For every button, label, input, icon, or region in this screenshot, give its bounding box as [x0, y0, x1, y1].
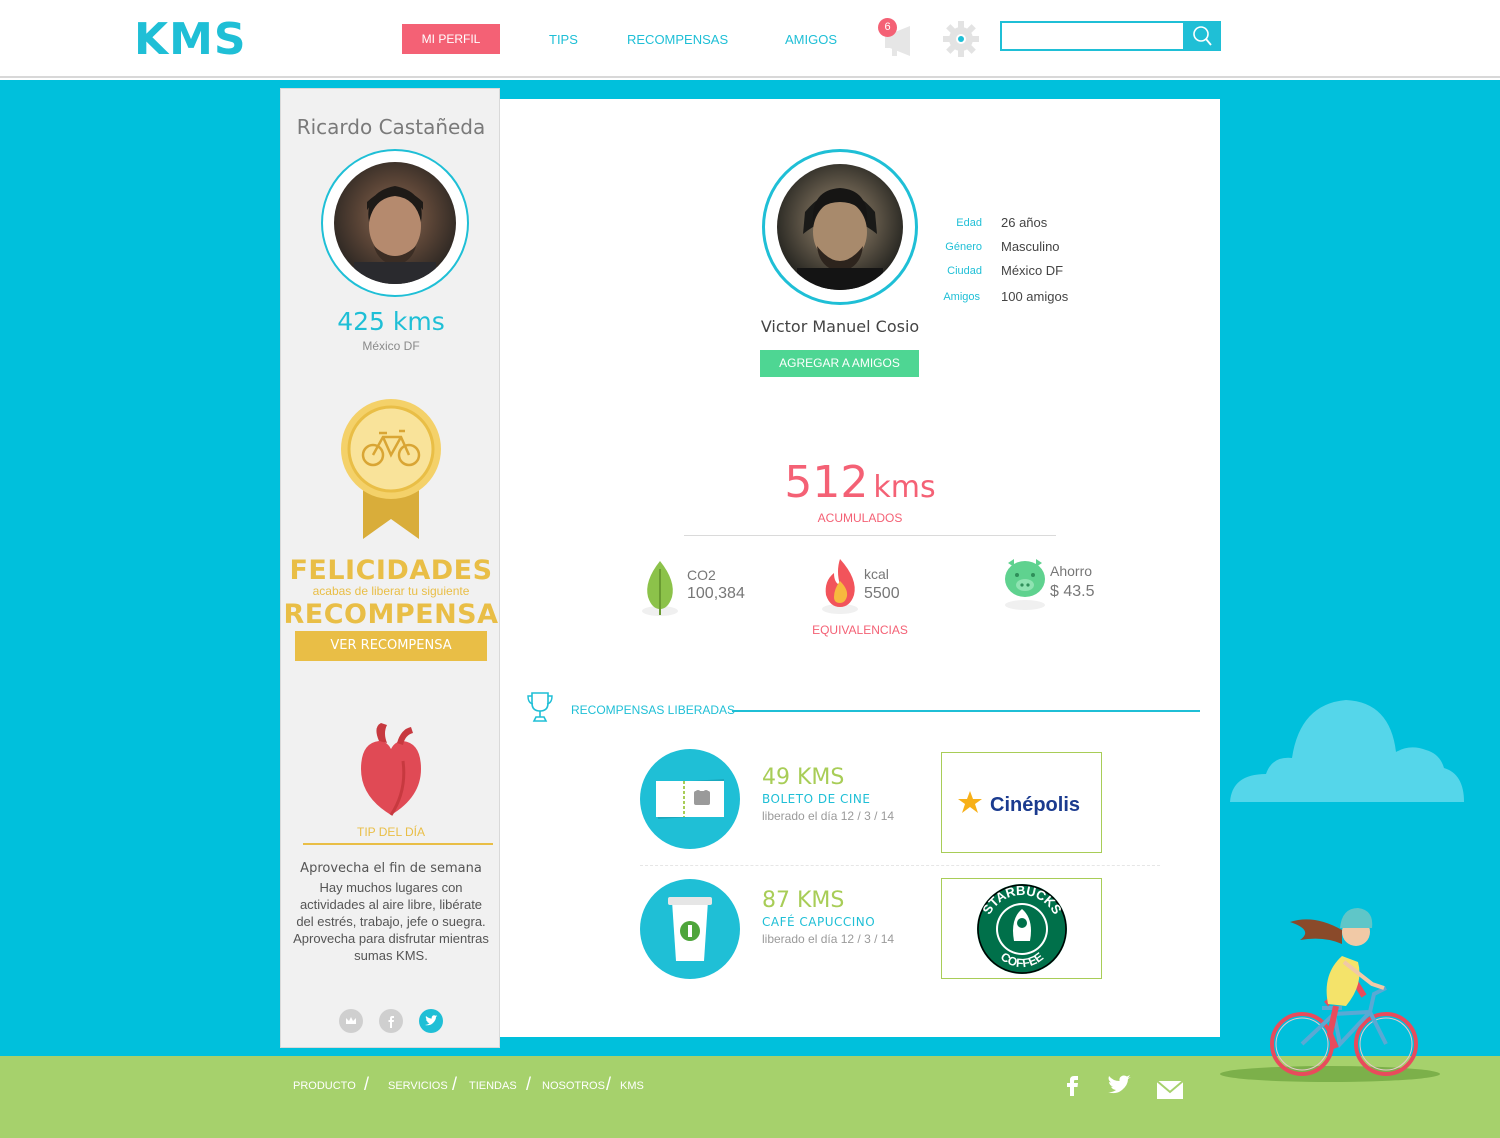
rewards-divider [732, 710, 1200, 712]
avatar-photo [334, 162, 456, 284]
profile-photo [777, 164, 903, 290]
info-label-friends: Amigos [943, 291, 980, 303]
footer-twitter-icon[interactable] [1106, 1074, 1134, 1098]
search-icon [1193, 26, 1212, 46]
footer-facebook-icon[interactable] [1064, 1074, 1082, 1098]
reward-name: BOLETO DE CINE [762, 792, 871, 806]
accumulated-kms-value: 512 [784, 457, 869, 508]
accumulated-kms: 512 kms [720, 457, 1000, 508]
sidebar-city: México DF [362, 339, 420, 353]
bicycle-medal-icon [341, 399, 441, 539]
reward-coffee-badge[interactable] [640, 879, 740, 979]
cinepolis-logo: Cinépolis [958, 791, 1080, 816]
co2-label: CO2 [687, 567, 716, 583]
reward-kms: 87 KMS [762, 888, 845, 913]
footer-link-nosotros[interactable]: NOSOTROS [542, 1080, 605, 1092]
sidebar-kms-total: 425 kms [337, 307, 445, 336]
gear-icon [943, 21, 979, 57]
notifications-button[interactable]: 6 [878, 18, 922, 58]
congrats-reward-word: RECOMPENSA [283, 599, 499, 630]
notification-count-badge: 6 [878, 18, 897, 37]
info-value-friends: 100 amigos [1001, 289, 1069, 304]
reward-separator [640, 865, 1160, 866]
nav-amigos[interactable]: AMIGOS [785, 32, 837, 47]
add-friend-button[interactable]: AGREGAR A AMIGOS [760, 350, 919, 377]
sidebar-user-name: Ricardo Castañeda [296, 115, 486, 139]
twitter-icon [425, 1015, 438, 1026]
heart-organ-icon [361, 723, 421, 816]
kcal-value: 5500 [864, 585, 900, 602]
info-label-gender: Género [945, 241, 982, 253]
congrats-subtitle: acabas de liberar tu siguiente [312, 584, 470, 598]
cinepolis-logo-box[interactable]: Cinépolis [941, 752, 1102, 853]
footer-separator: / [452, 1074, 458, 1094]
profile-avatar[interactable] [762, 149, 918, 305]
nav-recompensas[interactable]: RECOMPENSAS [627, 32, 728, 47]
info-label-city: Ciudad [947, 265, 982, 277]
tip-body: Hay muchos lugares con actividades al ai… [293, 880, 489, 963]
search-button[interactable] [1184, 21, 1221, 51]
info-value-city: México DF [1001, 263, 1064, 278]
tip-title: Aprovecha el fin de semana [300, 861, 482, 876]
sidebar-avatar[interactable] [321, 149, 469, 297]
info-value-gender: Masculino [1001, 239, 1060, 254]
top-header: KMS MI PERFIL TIPS RECOMPENSAS AMIGOS 6 [0, 0, 1500, 78]
rewards-section-title: RECOMPENSAS LIBERADAS [571, 703, 736, 717]
user-sidebar: Ricardo Castañeda 425 kms México DF FELI… [280, 88, 500, 1048]
footer-separator: / [606, 1074, 612, 1094]
starbucks-logo-box[interactable]: STARBUCKS COFFEE [941, 878, 1102, 979]
footer-mail-icon[interactable] [1156, 1080, 1184, 1100]
nav-tips[interactable]: TIPS [549, 32, 578, 47]
footer-separator: / [526, 1074, 532, 1094]
footer-link-producto[interactable]: PRODUCTO [293, 1080, 356, 1092]
savings-value: $ 43.5 [1050, 583, 1095, 600]
footer-separator: / [364, 1074, 370, 1094]
ticket-icon [656, 779, 724, 819]
reward-name: CAFÉ CAPUCCINO [762, 915, 876, 929]
kcal-label: kcal [864, 566, 889, 582]
footer-link-tiendas[interactable]: TIENDAS [469, 1080, 517, 1092]
leaf-icon [642, 561, 678, 616]
facebook-social-button[interactable] [379, 1009, 403, 1033]
savings-label: Ahorro [1050, 563, 1093, 579]
equivalences-label: EQUIVALENCIAS [812, 623, 908, 637]
accumulated-divider [684, 535, 1056, 536]
search-input[interactable] [1000, 21, 1185, 51]
nav-mi-perfil[interactable]: MI PERFIL [402, 24, 500, 54]
congrats-title: FELICIDADES [289, 555, 493, 586]
info-label-age: Edad [956, 217, 982, 229]
crown-icon [346, 1017, 356, 1024]
facebook-icon [388, 1016, 394, 1028]
info-value-age: 26 años [1001, 215, 1048, 230]
tip-divider [303, 843, 493, 845]
tip-of-day-label: TIP DEL DÍA [356, 825, 426, 839]
co2-value: 100,384 [687, 585, 745, 602]
reward-kms: 49 KMS [762, 765, 845, 790]
profile-name: Victor Manuel Cosio [760, 317, 920, 336]
settings-button[interactable] [942, 20, 980, 58]
crown-social-button[interactable] [339, 1009, 363, 1033]
accumulated-label: ACUMULADOS [817, 511, 903, 525]
coffee-cup-icon [668, 897, 712, 961]
flame-icon [822, 559, 858, 614]
footer-link-servicios[interactable]: SERVICIOS [388, 1080, 448, 1092]
twitter-social-button[interactable] [419, 1009, 443, 1033]
avatar-face [354, 186, 436, 284]
footer-link-kms[interactable]: KMS [620, 1080, 644, 1092]
cloud-illustration [1230, 700, 1464, 802]
starbucks-logo: STARBUCKS COFFEE [977, 883, 1067, 974]
cyclist-illustration [1220, 908, 1440, 1082]
reward-date: liberado el día 12 / 3 / 14 [762, 932, 895, 946]
piggy-bank-icon [1005, 559, 1045, 610]
svg-text:Cinépolis: Cinépolis [990, 794, 1080, 816]
reward-date: liberado el día 12 / 3 / 14 [762, 809, 895, 823]
accumulated-kms-unit: kms [873, 470, 936, 505]
view-reward-button[interactable]: VER RECOMPENSA [295, 631, 487, 661]
reward-ticket-badge[interactable] [640, 749, 740, 849]
profile-face [797, 188, 883, 290]
kms-logo[interactable]: KMS [134, 14, 247, 65]
trophy-icon [527, 692, 553, 722]
profile-card: Victor Manuel Cosio AGREGAR A AMIGOS Eda… [500, 99, 1220, 1037]
